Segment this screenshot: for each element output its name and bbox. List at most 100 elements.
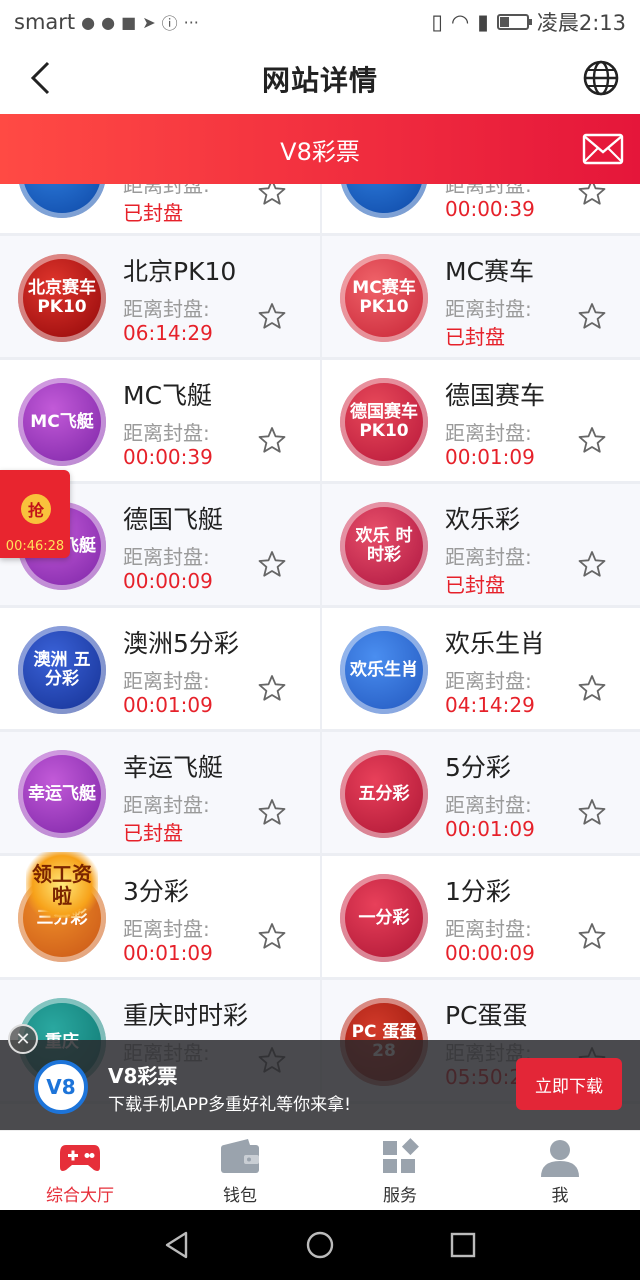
language-button[interactable] [582,59,620,97]
red-packet-coin-icon: 抢 [21,494,51,524]
tab-lobby[interactable]: 综合大厅 [0,1131,160,1210]
game-name: 德国赛车 [445,381,546,410]
favorite-star-icon[interactable] [578,674,606,702]
system-nav-bar [0,1210,640,1280]
game-card[interactable]: 五分彩 5分彩 距离封盘: 00:01:09 [320,732,640,853]
tab-me[interactable]: 我 [480,1131,640,1210]
close-countdown-label: 距离封盘: [445,793,532,817]
game-card[interactable]: 德国赛车 PK10 德国赛车距离封盘: 00:01:09 [320,360,640,481]
chevron-left-icon [30,61,50,95]
close-countdown-label: 距离封盘: [123,297,210,321]
game-row: 急速赛车距离封盘:已封盘急速飞艇 距离封盘:00:00:39 [0,184,640,236]
gamepad-icon [60,1145,100,1171]
game-name: 重庆时时彩 [123,1001,249,1030]
game-card[interactable]: 一分彩 1分彩 距离封盘: 00:00:09 [320,856,640,977]
game-logo: 澳洲 五分彩 [18,626,106,714]
game-card[interactable]: 澳洲 五分彩 澳洲5分彩 距离封盘: 00:01:09 [0,608,320,729]
red-packet-timer: 00:46:28 [5,539,65,554]
favorite-star-icon[interactable] [258,798,286,826]
close-countdown-label: 距离封盘: [123,545,210,569]
favorite-star-icon[interactable] [258,184,286,206]
tab-service[interactable]: 服务 [320,1131,480,1210]
game-logo: 北京赛车 PK10 [18,254,106,342]
game-card[interactable]: MC赛车 PK10 MC赛车 距离封盘: 已封盘 [320,236,640,357]
game-card[interactable]: 急速飞艇 距离封盘:00:00:39 [320,184,640,233]
close-countdown-time: 00:00:39 [123,445,213,469]
tab-label: 我 [551,1186,569,1206]
game-logo: 五分彩 [340,750,428,838]
telegram-icon: ➤ [142,12,156,32]
wifi-icon: ◠ [450,10,470,34]
alert-icon: ⓘ [161,14,178,33]
back-triangle-icon[interactable] [162,1230,192,1260]
status-bar: smart ● ● ■ ➤ ⓘ ··· ▯ ◠ ▮ 凌晨2:13 [0,0,640,44]
vibrate-icon: ▯ [431,10,443,34]
tab-label: 综合大厅 [46,1186,114,1206]
game-row: 幸运飞艇 幸运飞艇 距离封盘: 已封盘 五分彩 5分彩 距离封盘: 00:01:09 [0,732,640,856]
back-button[interactable] [20,56,60,100]
close-countdown-time: 00:00:39 [445,197,535,221]
favorite-star-icon[interactable] [258,302,286,330]
game-name: 3分彩 [123,877,189,906]
favorite-star-icon[interactable] [578,550,606,578]
carrier-name: smart [14,10,76,34]
download-button[interactable]: 立即下载 [516,1058,622,1110]
status-left: smart ● ● ■ ➤ ⓘ ··· [14,10,199,34]
app-notification-icon: ■ [121,12,137,32]
favorite-star-icon[interactable] [578,302,606,330]
game-list[interactable]: 急速赛车距离封盘:已封盘急速飞艇距离封盘:00:00:39北京赛车 PK10北京… [0,184,640,1130]
game-card[interactable]: 急速赛车 距离封盘: 已封盘 [0,184,320,233]
close-countdown-time: 00:00:09 [445,941,535,965]
wallet-icon [221,1139,259,1173]
favorite-star-icon[interactable] [258,550,286,578]
more-notifications-icon: ··· [183,12,199,32]
download-banner: ✕ V8 V8彩票 下载手机APP多重好礼等你来拿! 立即下载 [0,1024,640,1130]
close-countdown-time: 已封盘 [445,325,505,349]
game-card[interactable]: 北京赛车 PK10 北京PK10 距离封盘: 06:14:29 [0,236,320,357]
status-right: ▯ ◠ ▮ 凌晨2:13 [431,7,626,37]
game-card[interactable]: 欢乐 时时彩 欢乐彩 距离封盘: 已封盘 [320,484,640,605]
close-countdown-label: 距离封盘: [123,669,210,693]
close-countdown-label: 距离封盘: [445,545,532,569]
close-icon[interactable]: ✕ [8,1024,38,1054]
game-card[interactable]: 幸运飞艇 幸运飞艇 距离封盘: 已封盘 [0,732,320,853]
mail-icon [582,133,624,165]
game-row: 德国飞艇德国飞艇距离封盘:00:00:09欢乐 时时彩欢乐彩距离封盘:已封盘 [0,484,640,608]
close-countdown-label: 距离封盘: [445,184,532,197]
favorite-star-icon[interactable] [578,426,606,454]
red-packet-button[interactable]: 抢 00:46:28 [0,470,70,558]
globe-icon [583,60,619,96]
favorite-star-icon[interactable] [258,426,286,454]
user-icon [541,1140,579,1177]
close-countdown-time: 00:01:09 [445,445,535,469]
bottom-tab-bar: 综合大厅 钱包 服务 我 [0,1130,640,1210]
game-logo: 急速飞艇 [340,184,428,218]
game-row: 北京赛车 PK10 北京PK10 距离封盘: 06:14:29 MC赛车 PK10 MC赛… [0,236,640,360]
app-header: 网站详情 [0,44,640,114]
close-countdown-time: 00:01:09 [123,693,213,717]
tab-label: 钱包 [223,1186,257,1206]
game-name: 德国飞艇 [123,505,224,534]
game-logo: MC赛车 PK10 [340,254,428,342]
favorite-star-icon[interactable] [258,674,286,702]
favorite-star-icon[interactable] [578,184,606,206]
game-card[interactable]: MC飞艇 MC飞艇 距离封盘: 00:00:39 [0,360,320,481]
game-logo: MC飞艇 [18,378,106,466]
game-name: 北京PK10 [123,257,237,286]
message-button[interactable] [582,133,624,165]
game-row: MC飞艇 MC飞艇 距离封盘: 00:00:39 德国赛车 PK10 德国赛车 距离封盘: 0… [0,360,640,484]
game-card[interactable]: 欢乐生肖 欢乐生肖 距离封盘: 04:14:29 [320,608,640,729]
close-countdown-time: 已封盘 [445,573,505,597]
favorite-star-icon[interactable] [258,922,286,950]
tab-wallet[interactable]: 钱包 [160,1131,320,1210]
game-logo: 欢乐生肖 [340,626,428,714]
salary-bonus-button[interactable]: 领工资啦 [26,852,98,918]
recent-apps-icon[interactable] [448,1230,478,1260]
favorite-star-icon[interactable] [578,798,606,826]
signal-icon: ▮ [477,10,489,34]
game-logo: 德国赛车 PK10 [340,378,428,466]
favorite-star-icon[interactable] [578,922,606,950]
close-countdown-label: 距离封盘: [123,421,210,445]
close-countdown-label: 距离封盘: [445,421,532,445]
home-circle-icon[interactable] [305,1230,335,1260]
